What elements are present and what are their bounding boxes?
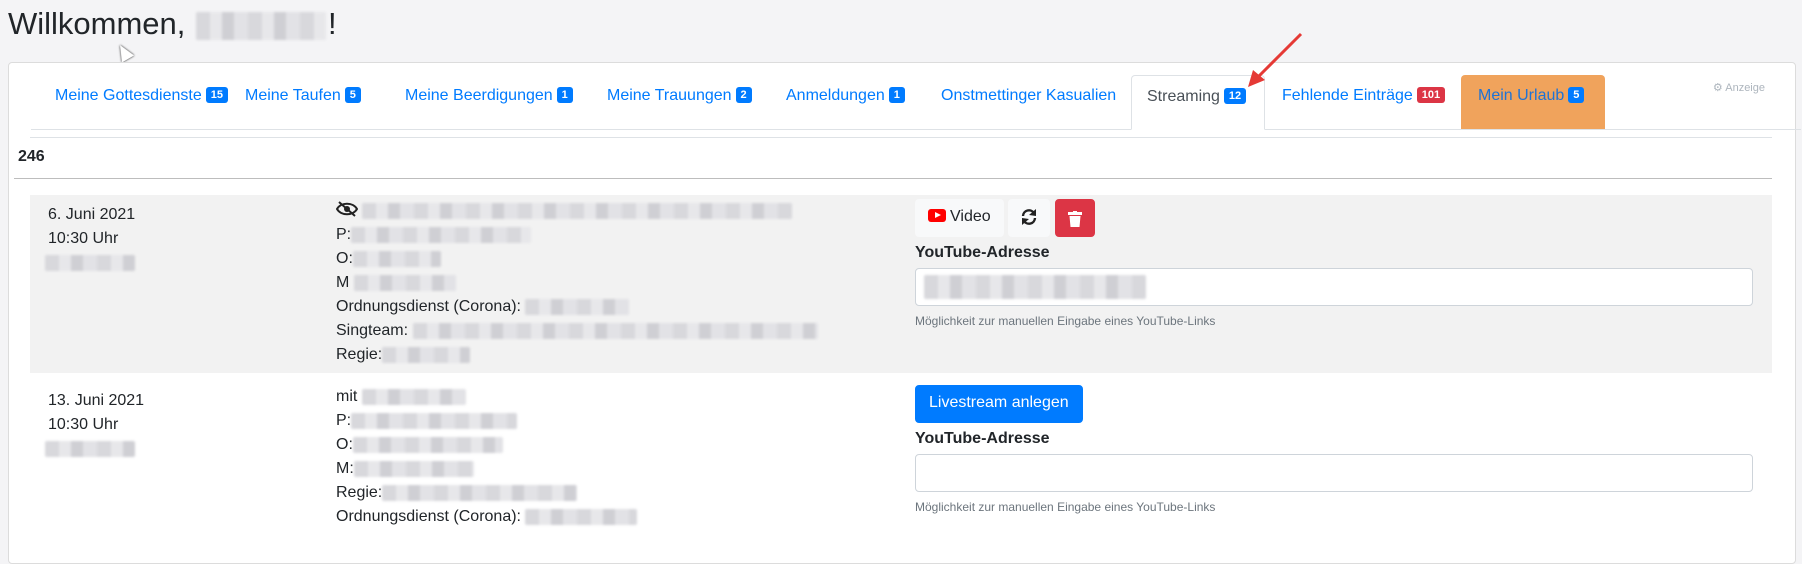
redacted-text [353, 460, 474, 477]
create-livestream-button[interactable]: Livestream anlegen [915, 385, 1083, 423]
redacted-text [525, 508, 638, 525]
welcome-text: Willkommen, [8, 6, 186, 41]
tab-badge: 1 [556, 87, 573, 103]
settings-label: Anzeige [1725, 82, 1765, 94]
detail-label: Singteam: [336, 322, 409, 339]
tab-badge: 5 [1568, 87, 1585, 103]
tab-label: Meine Beerdigungen [405, 87, 553, 104]
tab-label: Mein Urlaub [1478, 87, 1565, 104]
sync-icon [1021, 209, 1037, 225]
video-button-label: Video [950, 208, 991, 225]
tab-label: Fehlende Einträge [1282, 87, 1413, 104]
redacted-text [525, 298, 630, 315]
tab-meine-gottesdienste[interactable]: Meine Gottesdienste 15 [55, 75, 228, 117]
entry-actions: Livestream anlegen YouTube-Adresse Mögli… [915, 385, 1753, 514]
entry-time: 10:30 Uhr [48, 416, 119, 433]
detail-label: mit [336, 388, 358, 405]
tab-badge: 2 [735, 87, 752, 103]
tab-meine-beerdigungen[interactable]: Meine Beerdigungen 1 [405, 75, 573, 117]
redacted-text [361, 388, 466, 405]
redacted-location [45, 440, 135, 457]
redacted-text [351, 226, 532, 243]
youtube-address-label: YouTube-Adresse [915, 244, 1050, 261]
entry-actions: Video YouTube-Adresse Möglichkeit zur ma… [915, 199, 1753, 328]
tab-label: Onstmettinger Kasualien [941, 87, 1117, 104]
tab-bar: Meine Gottesdienste 15 Meine Taufen 5 Mein… [31, 75, 1801, 130]
divider [14, 178, 1772, 179]
entry-count: 246 [18, 148, 45, 165]
tab-anmeldungen[interactable]: Anmeldungen 1 [786, 75, 905, 117]
tab-fehlende-eintraege[interactable]: Fehlende Einträge 101 [1282, 75, 1446, 117]
youtube-address-input[interactable] [915, 268, 1753, 306]
entry-date-column: 13. Juni 2021 10:30 Uhr [45, 389, 145, 461]
detail-label: Regie: [336, 484, 383, 501]
red-arrow-annotation-icon [1248, 32, 1303, 87]
redacted-text [382, 346, 471, 363]
youtube-address-input[interactable] [915, 454, 1753, 492]
entry-date: 13. Juni 2021 [48, 392, 145, 409]
youtube-address-hint: Möglichkeit zur manuellen Eingabe eines … [915, 500, 1216, 514]
tab-label: Anmeldungen [786, 87, 885, 104]
detail-label: P: [336, 412, 352, 429]
tab-meine-taufen[interactable]: Meine Taufen 5 [245, 75, 361, 117]
eye-slash-icon [335, 201, 359, 217]
redacted-username [196, 11, 327, 40]
welcome-exclamation: ! [328, 6, 337, 41]
entry-date: 6. Juni 2021 [48, 206, 136, 223]
detail-label: Ordnungsdienst (Corona): [336, 508, 521, 525]
mouse-cursor-icon [113, 41, 135, 63]
entry-date-column: 6. Juni 2021 10:30 Uhr [45, 203, 136, 275]
youtube-address-hint: Möglichkeit zur manuellen Eingabe eines … [915, 314, 1216, 328]
tab-badge: 5 [344, 87, 361, 103]
detail-label: Regie: [336, 346, 383, 363]
delete-button[interactable] [1054, 199, 1095, 237]
entry-details: P: O: M Ordnungsdienst (Corona): Singtea… [335, 199, 818, 367]
tab-mein-urlaub[interactable]: Mein Urlaub 5 [1461, 75, 1605, 129]
redacted-url [924, 275, 1146, 299]
detail-label: Ordnungsdienst (Corona): [336, 298, 521, 315]
tab-badge: 101 [1416, 87, 1446, 103]
redacted-text [362, 202, 793, 219]
tab-meine-trauungen[interactable]: Meine Trauungen 2 [607, 75, 752, 117]
detail-label: M: [336, 460, 354, 477]
detail-label: O: [336, 436, 353, 453]
tab-badge: 12 [1223, 88, 1247, 104]
redacted-text [352, 250, 441, 267]
youtube-address-label: YouTube-Adresse [915, 430, 1050, 447]
redacted-text [382, 484, 578, 501]
page-title: Willkommen, ! [8, 4, 337, 44]
divider [30, 137, 1772, 138]
display-settings-link[interactable]: ⚙ Anzeige [1713, 81, 1765, 94]
youtube-icon [928, 209, 946, 222]
tab-label: Streaming [1147, 88, 1220, 105]
redacted-text [353, 274, 456, 291]
list-item: 6. Juni 2021 10:30 Uhr P: O: M Ordnungsd… [30, 195, 1772, 373]
redacted-text [412, 322, 818, 339]
video-button[interactable]: Video [915, 199, 1004, 237]
tab-badge: 15 [205, 87, 228, 103]
trash-icon [1067, 211, 1082, 227]
detail-label: O: [336, 250, 353, 267]
entry-time: 10:30 Uhr [48, 230, 119, 247]
gear-icon: ⚙ [1712, 82, 1723, 94]
tab-label: Meine Taufen [245, 87, 341, 104]
detail-label: P: [336, 226, 352, 243]
list-item: 13. Juni 2021 10:30 Uhr mit P: O: M: Reg… [30, 381, 1772, 547]
tab-label: Meine Gottesdienste [55, 87, 202, 104]
tab-badge: 1 [888, 87, 905, 103]
refresh-button[interactable] [1008, 199, 1051, 237]
tab-onstmettinger-kasualien[interactable]: Onstmettinger Kasualien [941, 75, 1116, 117]
redacted-text [352, 436, 503, 453]
tab-label: Meine Trauungen [607, 87, 732, 104]
redacted-text [351, 412, 518, 429]
detail-label: M [336, 274, 350, 291]
entry-details: mit P: O: M: Regie: Ordnungsdienst (Coro… [336, 385, 638, 529]
redacted-location [45, 254, 135, 271]
